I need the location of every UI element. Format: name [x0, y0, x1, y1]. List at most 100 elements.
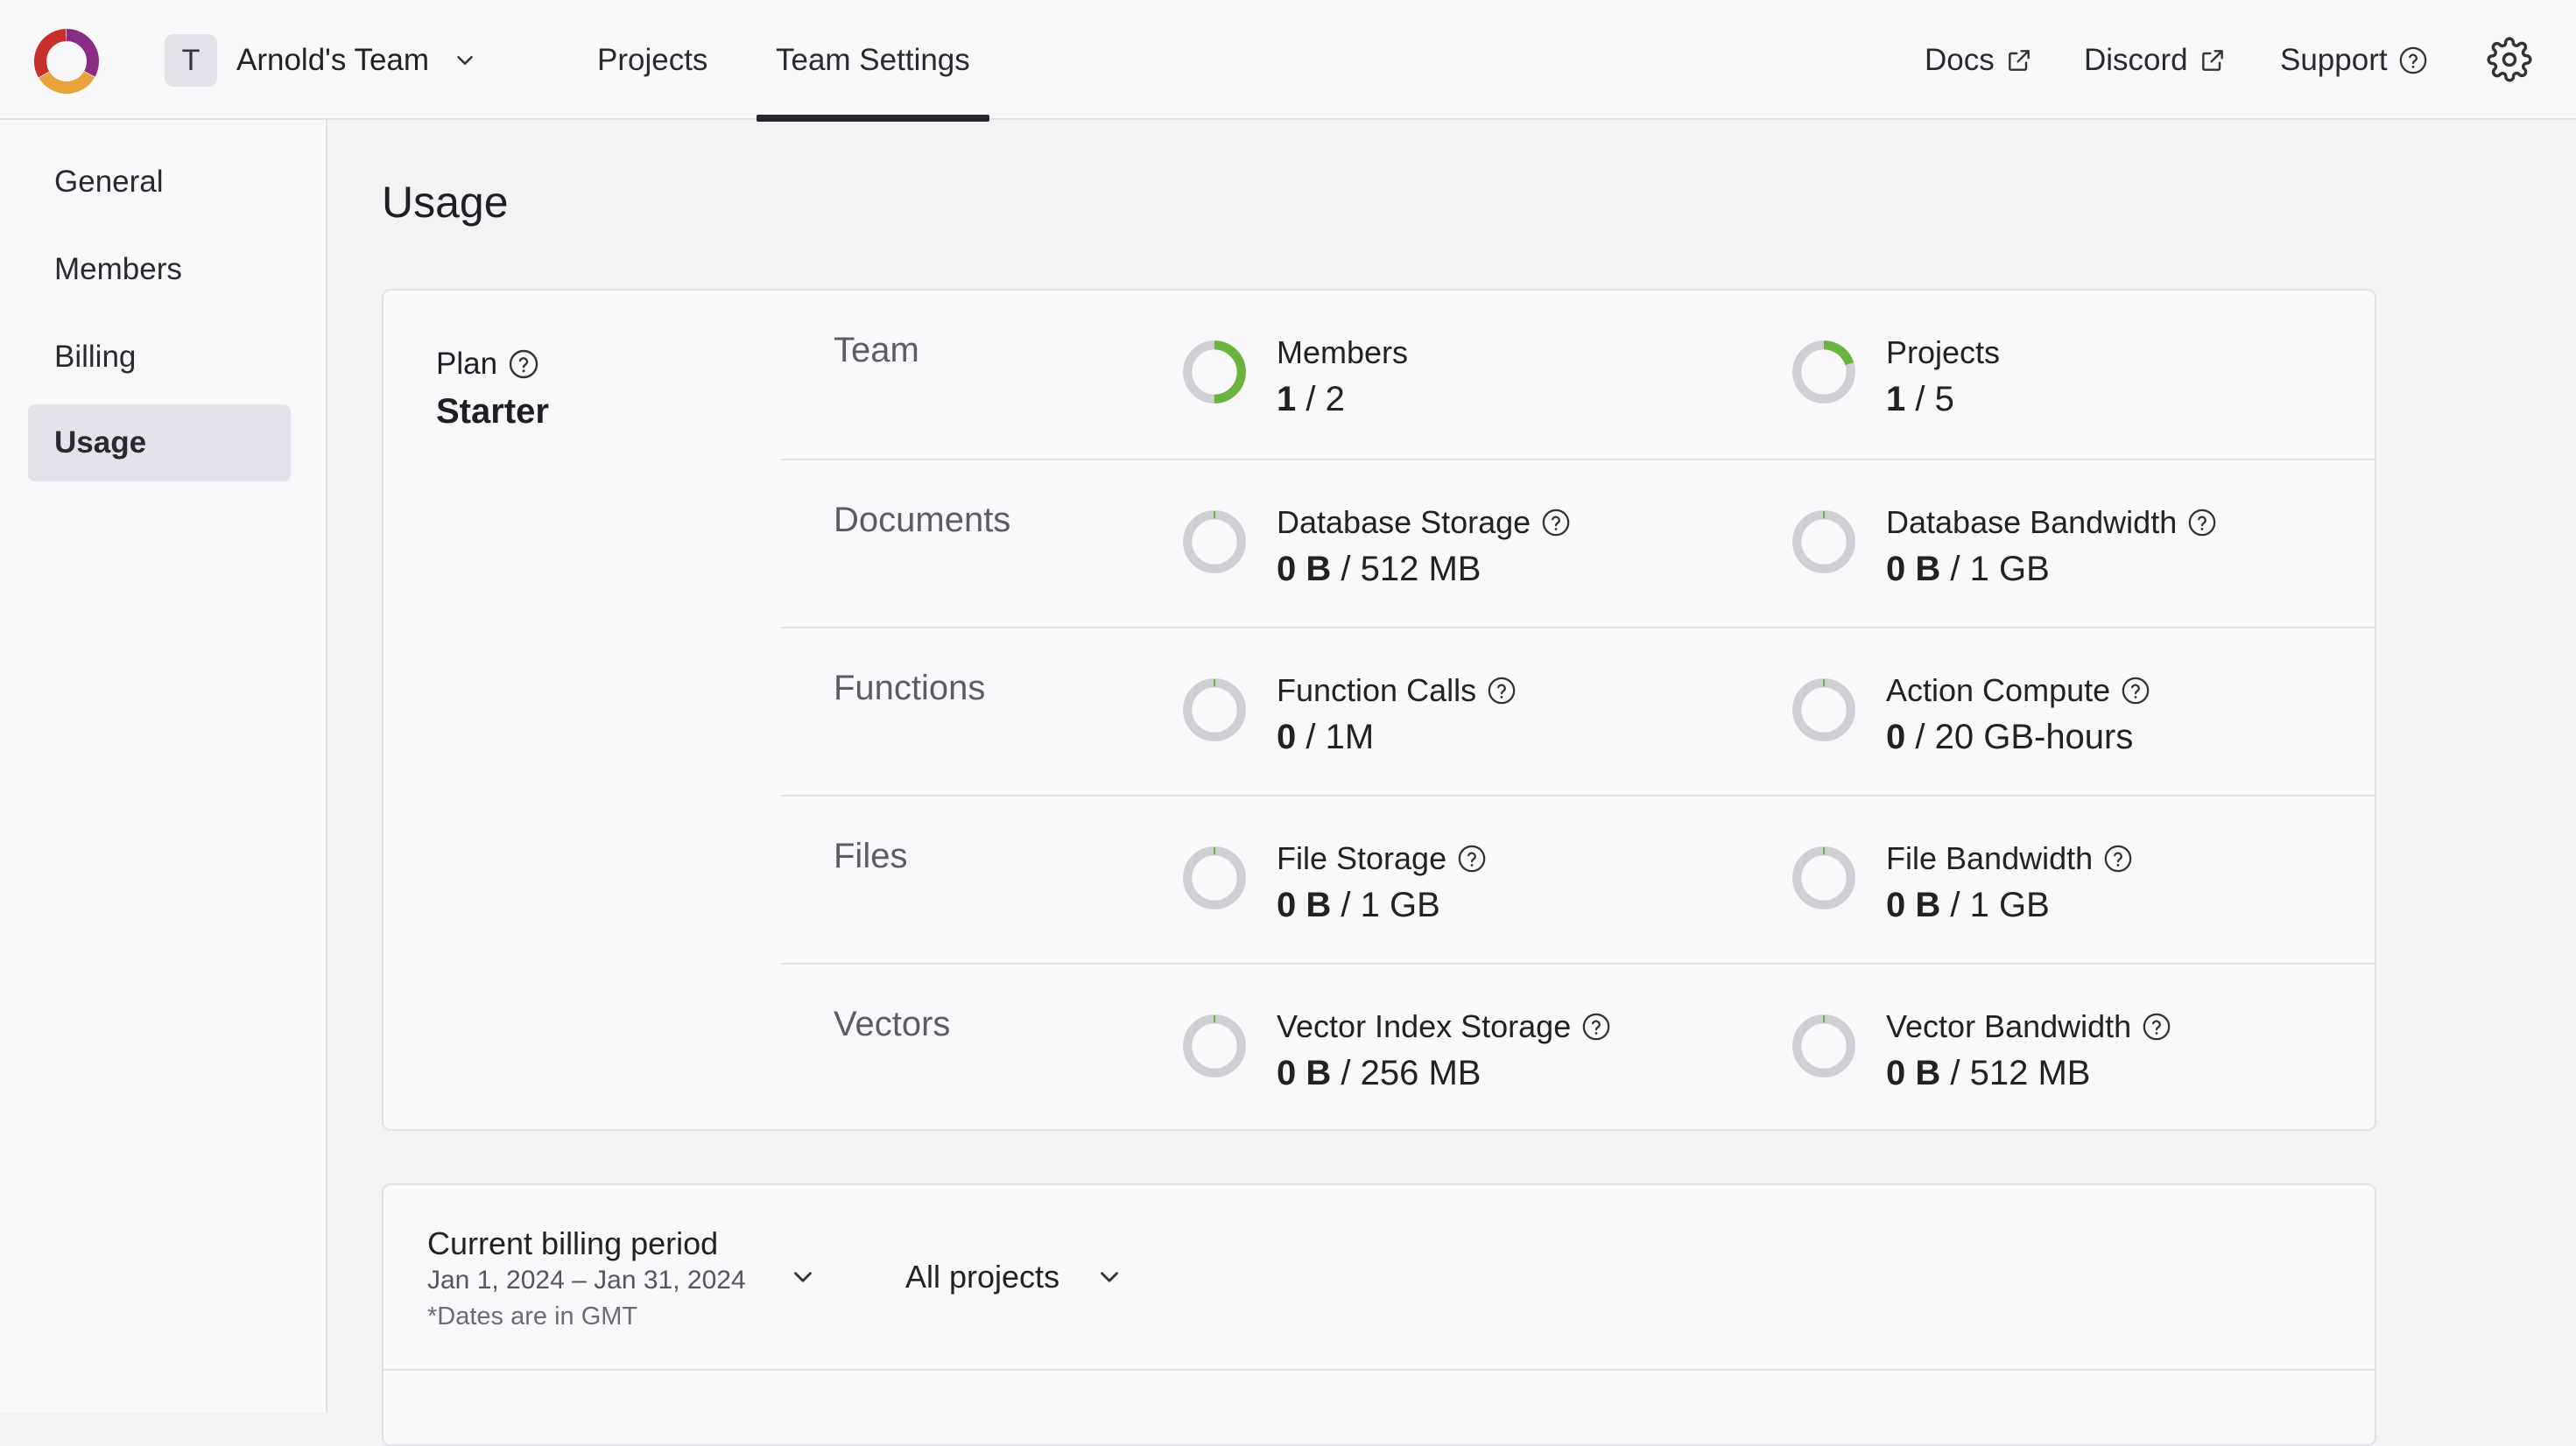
- tab-team-settings[interactable]: Team Settings: [757, 0, 989, 122]
- usage-limit: 1M: [1325, 718, 1375, 756]
- usage-used: 0 B: [1277, 550, 1332, 588]
- usage-separator: /: [1940, 550, 1970, 588]
- usage-limit: 20 GB-hours: [1934, 718, 2134, 756]
- usage-row-title: Functions: [834, 669, 986, 707]
- usage-metric-label: Action Compute: [1886, 672, 2150, 709]
- chevron-down-icon: [1101, 1272, 1118, 1282]
- help-circle-icon[interactable]: [508, 348, 539, 380]
- project-filter-select[interactable]: All projects: [905, 1255, 1124, 1299]
- project-filter-value: All projects: [905, 1259, 1060, 1295]
- usage-ring: [1183, 340, 1246, 404]
- usage-limit: 1 GB: [1360, 886, 1440, 924]
- usage-metric-value: 0 B / 1 GB: [1886, 550, 2050, 589]
- support-link[interactable]: Support: [2280, 0, 2428, 120]
- usage-metric-value: 0 / 20 GB-hours: [1886, 718, 2133, 757]
- top-navigation-bar: T Arnold's Team Projects Team Settings D…: [0, 0, 2576, 122]
- usage-used: 0: [1886, 718, 1906, 756]
- usage-row-title: Files: [834, 837, 908, 875]
- sidebar-item-billing[interactable]: Billing: [28, 319, 291, 396]
- usage-metric-label-text: File Bandwidth: [1886, 840, 2094, 876]
- usage-limit: 1 GB: [1969, 550, 2050, 588]
- usage-separator: /: [1905, 718, 1935, 756]
- usage-metric-value: 0 B / 512 MB: [1886, 1054, 2090, 1093]
- usage-metric-label: Database Bandwidth: [1886, 504, 2217, 541]
- usage-used: 0 B: [1886, 1054, 1941, 1092]
- sidebar-item-members[interactable]: Members: [28, 231, 291, 308]
- help-circle-icon[interactable]: [2103, 844, 2133, 874]
- usage-row-vectors: Vectors Vector Index Storage 0 B / 256 MB V…: [781, 963, 2376, 1133]
- usage-metric-label-text: File Storage: [1277, 840, 1447, 876]
- usage-limit: 1 GB: [1969, 886, 2050, 924]
- usage-metric-label: Vector Bandwidth: [1886, 1008, 2171, 1045]
- usage-used: 1: [1277, 380, 1297, 418]
- sidebar-item-general[interactable]: General: [28, 144, 291, 221]
- discord-link[interactable]: Discord: [2084, 0, 2227, 120]
- usage-ring: [1792, 1014, 1855, 1077]
- help-circle-icon[interactable]: [1487, 676, 1517, 705]
- team-name: Arnold's Team: [236, 43, 430, 77]
- docs-link[interactable]: Docs: [1925, 0, 2033, 120]
- external-link-icon: [2008, 49, 2030, 71]
- usage-row-files: Files File Storage 0 B / 1 GB File Bandwidt…: [781, 795, 2376, 965]
- usage-separator: /: [1331, 550, 1361, 588]
- usage-row-functions: Functions Function Calls 0 / 1M Action Comp…: [781, 627, 2376, 797]
- usage-separator: /: [1940, 1054, 1970, 1092]
- usage-separator: /: [1296, 718, 1326, 756]
- billing-period-title: Current billing period: [427, 1225, 719, 1261]
- usage-metric-label-text: Database Storage: [1277, 504, 1531, 540]
- usage-used: 0 B: [1277, 1054, 1332, 1092]
- usage-separator: /: [1940, 886, 1970, 924]
- usage-metric-label-text: Vector Index Storage: [1277, 1008, 1572, 1044]
- usage-metric-label: File Storage: [1277, 840, 1487, 877]
- help-circle-icon: [2399, 46, 2426, 74]
- team-switcher[interactable]: T Arnold's Team: [165, 33, 478, 88]
- usage-ring: [1792, 846, 1855, 909]
- chevron-down-icon[interactable]: [788, 1262, 818, 1292]
- usage-metric-value: 0 B / 1 GB: [1886, 886, 2050, 925]
- usage-metric-value: 0 / 1M: [1277, 718, 1374, 757]
- help-circle-icon[interactable]: [1457, 844, 1487, 874]
- usage-ring: [1792, 510, 1855, 573]
- billing-period-range: Jan 1, 2024 – Jan 31, 2024: [427, 1266, 746, 1295]
- usage-used: 0 B: [1886, 550, 1941, 588]
- usage-metric-value: 0 B / 512 MB: [1277, 550, 1481, 589]
- discord-link-label: Discord: [2084, 42, 2188, 77]
- usage-metric-label: Projects: [1886, 334, 2000, 371]
- gear-icon[interactable]: [2487, 37, 2532, 82]
- external-link-icon: [2201, 49, 2223, 71]
- usage-separator: /: [1905, 380, 1935, 418]
- divider: [384, 1369, 2375, 1371]
- usage-metric-label-text: Function Calls: [1277, 672, 1477, 708]
- help-circle-icon[interactable]: [1541, 508, 1571, 537]
- usage-metric-value: 1 / 5: [1886, 380, 1954, 419]
- usage-metric-label-text: Action Compute: [1886, 672, 2111, 708]
- sidebar-item-usage[interactable]: Usage: [28, 404, 291, 481]
- billing-period-note: *Dates are in GMT: [427, 1302, 638, 1330]
- docs-link-label: Docs: [1925, 42, 1995, 77]
- usage-metric-value: 0 B / 256 MB: [1277, 1054, 1481, 1093]
- usage-metric-label-text: Members: [1277, 334, 1409, 370]
- convex-logo[interactable]: [32, 26, 102, 96]
- usage-limit: 256 MB: [1360, 1054, 1482, 1092]
- usage-metric-label: Database Storage: [1277, 504, 1571, 541]
- usage-ring: [1183, 510, 1246, 573]
- help-circle-icon[interactable]: [2121, 676, 2150, 705]
- usage-used: 1: [1886, 380, 1906, 418]
- tab-projects[interactable]: Projects: [597, 0, 707, 120]
- usage-ring: [1792, 340, 1855, 404]
- plan-label: Plan: [436, 347, 539, 382]
- usage-separator: /: [1331, 886, 1361, 924]
- usage-used: 0: [1277, 718, 1297, 756]
- chevron-down-icon: [457, 56, 473, 65]
- support-link-label: Support: [2280, 42, 2388, 77]
- billing-period-card: Current billing period Jan 1, 2024 – Jan…: [382, 1183, 2376, 1446]
- help-circle-icon[interactable]: [2187, 508, 2217, 537]
- usage-ring: [1183, 846, 1246, 909]
- usage-metric-value: 1 / 2: [1277, 380, 1345, 419]
- usage-row-title: Vectors: [834, 1005, 951, 1043]
- usage-row-title: Team: [834, 331, 919, 369]
- team-avatar: T: [165, 34, 217, 87]
- usage-row-team: Team Members 1 / 2 Projects 1 / 5: [781, 291, 2376, 459]
- help-circle-icon[interactable]: [2142, 1012, 2171, 1042]
- help-circle-icon[interactable]: [1581, 1012, 1611, 1042]
